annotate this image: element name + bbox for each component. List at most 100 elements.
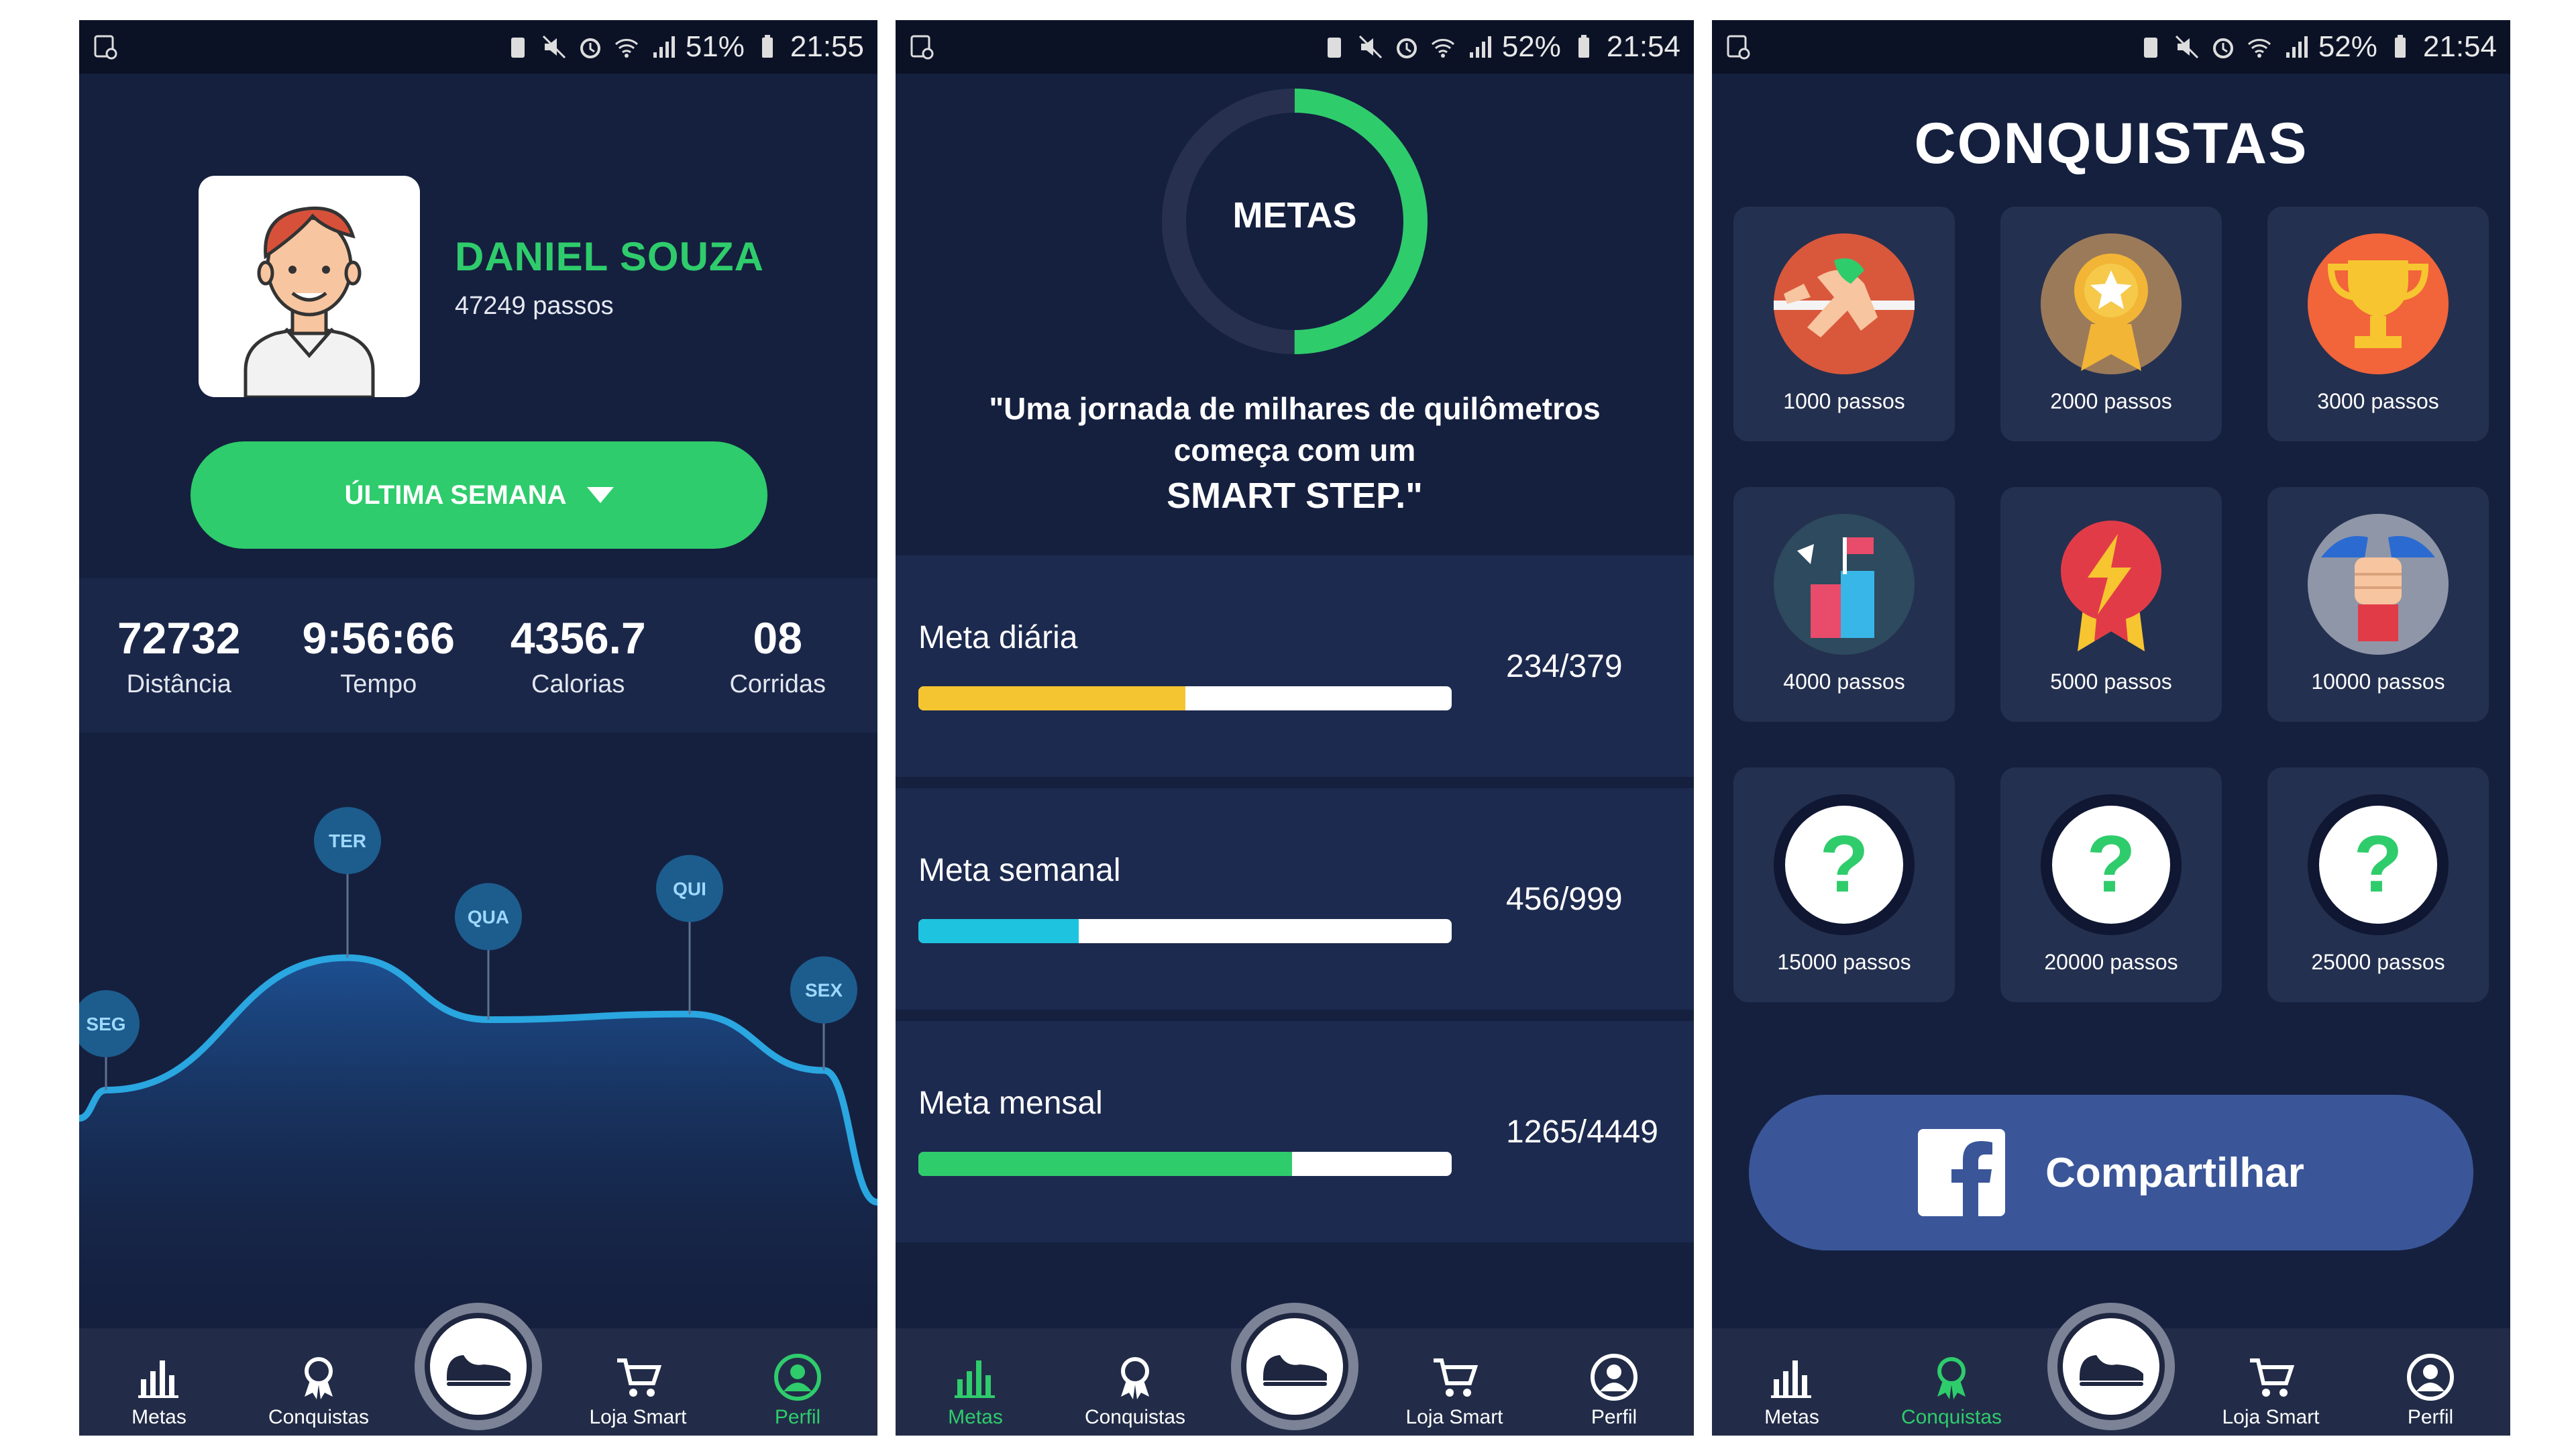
dropdown-triangle-icon bbox=[586, 487, 614, 503]
goal-progress-fill bbox=[918, 919, 1079, 943]
battery-percent: 52% bbox=[2318, 30, 2377, 63]
nav-label: Conquistas bbox=[1900, 1406, 2002, 1428]
battery-icon bbox=[761, 35, 773, 58]
cart-icon bbox=[617, 1358, 662, 1397]
chart-area bbox=[79, 957, 877, 1330]
wifi-icon bbox=[614, 39, 638, 58]
achievement-label: 2000 passos bbox=[2050, 389, 2172, 413]
goal-value: 456/999 bbox=[1506, 881, 1623, 917]
goal-progress-bar bbox=[918, 1152, 1452, 1176]
alarm-icon bbox=[1396, 38, 1417, 58]
nav-label: Conquistas bbox=[268, 1406, 370, 1428]
day-pin-label: QUI bbox=[673, 878, 706, 899]
nav-label: Loja Smart bbox=[2222, 1406, 2320, 1428]
bottom-nav: Metas Conquistas Loja Smart Perfil bbox=[79, 1303, 877, 1436]
locked-question-icon: ? bbox=[2041, 794, 2182, 935]
podium-flag-icon bbox=[1774, 514, 1915, 655]
signal-icon bbox=[653, 36, 675, 58]
achievement-card[interactable]: 3000 passos bbox=[2267, 207, 2489, 441]
nav-loja[interactable]: Loja Smart bbox=[2191, 1352, 2351, 1436]
svg-text:?: ? bbox=[2086, 819, 2135, 909]
nav-metas[interactable]: Metas bbox=[896, 1352, 1055, 1436]
goal-progress-bar bbox=[918, 919, 1452, 943]
achievement-label: 1000 passos bbox=[1783, 389, 1905, 413]
status-bar: 51% 21:55 bbox=[79, 20, 877, 74]
user-steps: 47249 passos bbox=[455, 292, 614, 320]
clock: 21:55 bbox=[790, 30, 864, 63]
conquistas-screen: 52% 21:54 CONQUISTAS 1000 passos 2000 pa… bbox=[1712, 20, 2510, 1436]
achievement-card[interactable]: 5000 passos bbox=[2000, 487, 2222, 722]
nav-conquistas[interactable]: Conquistas bbox=[1055, 1352, 1215, 1436]
goal-progress-fill bbox=[918, 1152, 1292, 1176]
goal-daily[interactable]: Meta diária 234/379 bbox=[896, 555, 1694, 777]
nav-metas[interactable]: Metas bbox=[79, 1352, 239, 1436]
status-bar: 52% 21:54 bbox=[896, 20, 1694, 74]
stat-runs: 08 Corridas bbox=[678, 578, 878, 733]
wifi-icon bbox=[2247, 39, 2271, 58]
stat-value: 72732 bbox=[117, 612, 241, 663]
nav-loja[interactable]: Loja Smart bbox=[558, 1352, 718, 1436]
stat-value: 08 bbox=[753, 612, 802, 663]
cart-icon bbox=[1434, 1358, 1479, 1397]
achievement-card[interactable]: 1000 passos bbox=[1733, 207, 1955, 441]
battery-icon bbox=[2394, 35, 2406, 58]
nav-label: Metas bbox=[131, 1406, 186, 1428]
nav-conquistas[interactable]: Conquistas bbox=[1872, 1352, 2031, 1436]
clock: 21:54 bbox=[1606, 30, 1680, 63]
achievement-card[interactable]: 10000 passos bbox=[2267, 487, 2489, 722]
goal-monthly[interactable]: Meta mensal 1265/4449 bbox=[896, 1021, 1694, 1242]
quote-emphasis: SMART STEP." bbox=[1167, 476, 1423, 516]
battery-percent: 51% bbox=[685, 30, 745, 63]
cart-icon bbox=[2250, 1358, 2295, 1397]
signal-icon bbox=[1469, 36, 1491, 58]
achievement-card[interactable]: 2000 passos bbox=[2000, 207, 2222, 441]
nav-perfil[interactable]: Perfil bbox=[2351, 1352, 2510, 1436]
achievement-card[interactable]: ? 20000 passos bbox=[2000, 767, 2222, 1002]
achievement-label: 4000 passos bbox=[1783, 669, 1905, 694]
screenshot-icon bbox=[94, 35, 117, 60]
achievement-card[interactable]: ? 25000 passos bbox=[2267, 767, 2489, 1002]
battery-percent: 52% bbox=[1501, 30, 1561, 63]
nav-perfil[interactable]: Perfil bbox=[1534, 1352, 1694, 1436]
user-name: DANIEL SOUZA bbox=[455, 234, 764, 279]
medal-star-icon bbox=[2041, 233, 2182, 374]
status-bar: 52% 21:54 bbox=[1712, 20, 2510, 74]
goal-value: 1265/4449 bbox=[1506, 1114, 1658, 1150]
achievement-label: 10000 passos bbox=[2311, 669, 2445, 694]
day-pin-label: SEG bbox=[86, 1014, 125, 1034]
day-pin-label: QUA bbox=[468, 906, 509, 927]
user-avatar-icon bbox=[244, 206, 375, 399]
smartwatch-button[interactable] bbox=[2047, 1303, 2175, 1430]
achievement-label: 25000 passos bbox=[2311, 950, 2445, 974]
lightning-medal-icon bbox=[2061, 521, 2161, 651]
quote-line-2: começa com um bbox=[1173, 433, 1416, 468]
goal-label: Meta mensal bbox=[918, 1085, 1103, 1121]
achievement-card[interactable]: ? 15000 passos bbox=[1733, 767, 1955, 1002]
locked-question-icon: ? bbox=[1774, 794, 1915, 935]
goal-weekly[interactable]: Meta semanal 456/999 bbox=[896, 788, 1694, 1010]
period-dropdown-button[interactable]: ÚLTIMA SEMANA bbox=[191, 441, 767, 549]
bar-chart-icon bbox=[955, 1360, 995, 1398]
profile-screen: 51% 21:55 DANIEL SOUZA 47249 passos ÚLTI… bbox=[79, 20, 877, 1436]
stat-distance: 72732 Distância bbox=[79, 578, 279, 733]
avatar[interactable] bbox=[199, 176, 420, 399]
nav-label: Perfil bbox=[1591, 1406, 1638, 1428]
screenshot-icon bbox=[910, 35, 934, 60]
fist-icon bbox=[2308, 514, 2449, 655]
stat-label: Calorias bbox=[531, 669, 625, 698]
nav-label: Metas bbox=[948, 1406, 1003, 1428]
nav-label: Loja Smart bbox=[589, 1406, 687, 1428]
nav-metas[interactable]: Metas bbox=[1712, 1352, 1872, 1436]
smartwatch-button[interactable] bbox=[415, 1303, 542, 1430]
achievement-card[interactable]: 4000 passos bbox=[1733, 487, 1955, 722]
nav-perfil[interactable]: Perfil bbox=[718, 1352, 877, 1436]
stat-label: Distância bbox=[126, 669, 231, 698]
nav-label: Perfil bbox=[774, 1406, 821, 1428]
smartwatch-button[interactable] bbox=[1231, 1303, 1358, 1430]
share-facebook-button[interactable]: Compartilhar bbox=[1749, 1095, 2473, 1250]
achievement-label: 15000 passos bbox=[1777, 950, 1911, 974]
goal-label: Meta semanal bbox=[918, 853, 1121, 888]
battery-saver-icon bbox=[2143, 38, 2157, 58]
nav-loja[interactable]: Loja Smart bbox=[1375, 1352, 1534, 1436]
nav-conquistas[interactable]: Conquistas bbox=[239, 1352, 398, 1436]
